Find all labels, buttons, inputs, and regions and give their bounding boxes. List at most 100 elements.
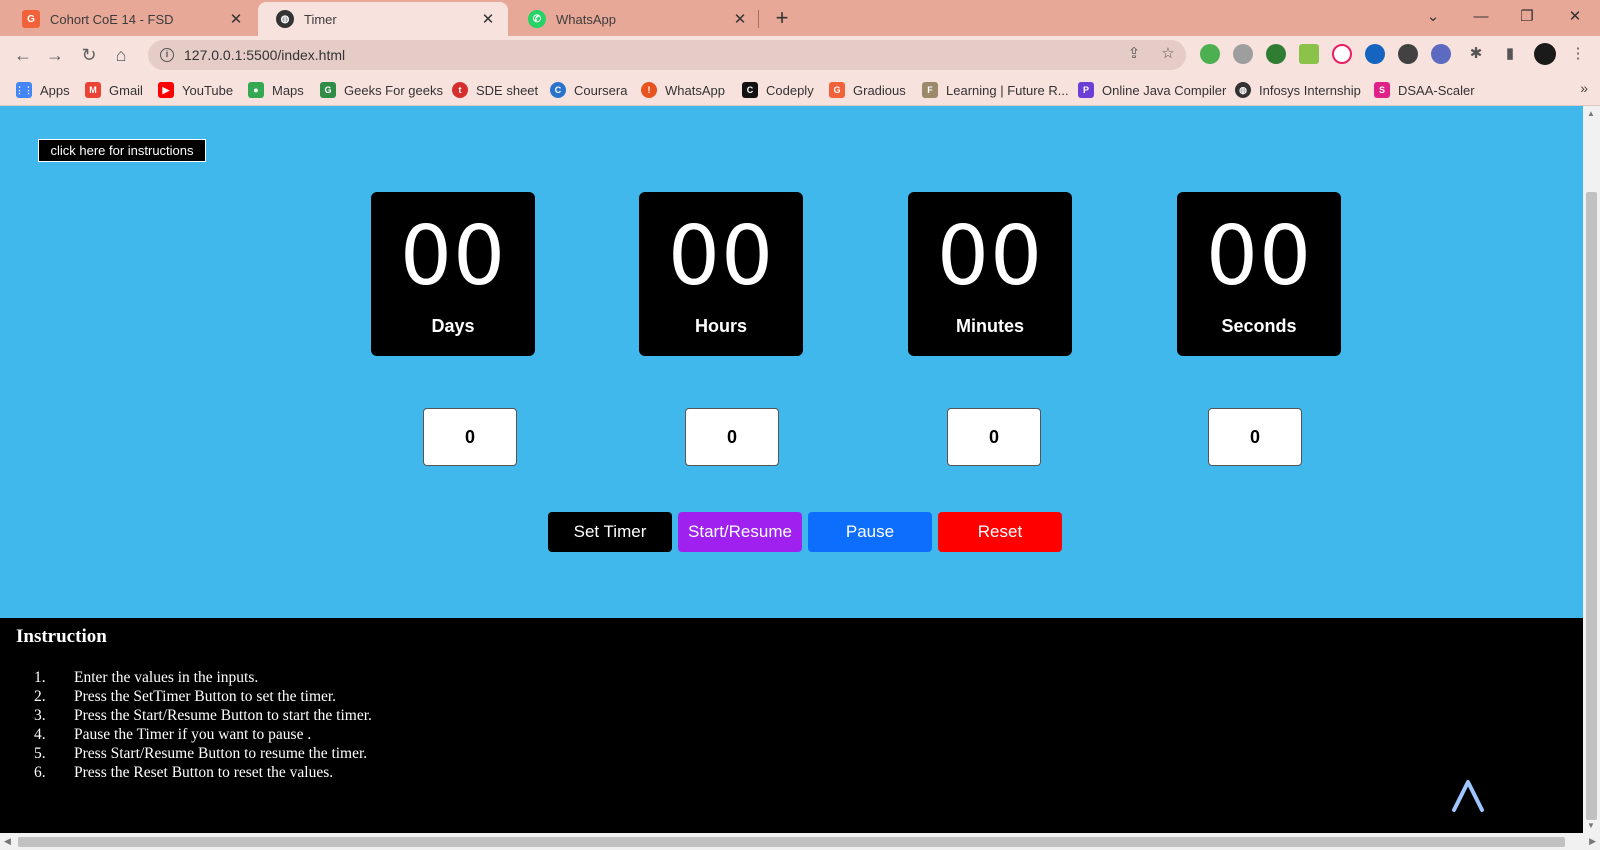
scroll-left-arrow-icon[interactable]: ◀ xyxy=(4,836,11,847)
extension-gear-icon[interactable] xyxy=(1431,44,1451,64)
set-timer-button[interactable]: Set Timer xyxy=(548,512,672,552)
tab-search-chevron-icon[interactable]: ⌄ xyxy=(1418,4,1448,30)
bookmark-label: DSAA-Scaler xyxy=(1398,82,1475,98)
tab-whatsapp[interactable]: ✆ WhatsApp ✕ xyxy=(510,2,760,36)
list-item: 4. Pause the Timer if you want to pause . xyxy=(34,726,312,743)
bookmark-infosys[interactable]: ◍ Infosys Internship xyxy=(1235,80,1361,100)
maps-pin-icon: ● xyxy=(248,82,264,98)
vertical-scrollbar[interactable]: ▲ ▼ xyxy=(1583,106,1600,833)
share-icon[interactable]: ⇪ xyxy=(1124,44,1144,64)
instruction-text: Press the SetTimer Button to set the tim… xyxy=(74,688,337,705)
extension-mail-icon[interactable] xyxy=(1299,44,1319,64)
globe-icon: ◍ xyxy=(276,10,294,28)
gradious-icon: G xyxy=(22,10,40,28)
scroll-to-top-icon[interactable] xyxy=(1448,774,1488,814)
seconds-value: 00 xyxy=(1205,209,1313,304)
browser-toolbar: ← → ↻ ⌂ i 127.0.0.1:5500/index.html ⇪ ☆ … xyxy=(0,36,1600,74)
alert-icon: ! xyxy=(641,82,657,98)
hours-value: 00 xyxy=(667,209,775,304)
side-panel-icon[interactable]: ▮ xyxy=(1500,44,1520,64)
close-icon[interactable]: ✕ xyxy=(228,10,244,28)
scroll-down-arrow-icon[interactable]: ▼ xyxy=(1587,821,1595,830)
extension-play-icon[interactable] xyxy=(1332,44,1352,64)
minutes-input[interactable] xyxy=(947,408,1041,466)
whatsapp-icon: ✆ xyxy=(528,10,546,28)
scrollbar-thumb[interactable] xyxy=(1586,192,1597,820)
seconds-input[interactable] xyxy=(1208,408,1302,466)
tab-strip: G Cohort CoE 14 - FSD ✕ ◍ Timer ✕ ✆ What… xyxy=(0,0,1600,36)
extension-bug-icon[interactable] xyxy=(1233,44,1253,64)
reload-icon[interactable]: ↻ xyxy=(76,42,102,68)
minutes-value: 00 xyxy=(936,209,1044,304)
scroll-right-arrow-icon[interactable]: ▶ xyxy=(1589,836,1596,847)
page-viewport: click here for instructions 00 Days 00 H… xyxy=(0,106,1583,833)
bookmark-youtube[interactable]: ▶ YouTube xyxy=(158,80,233,100)
start-resume-button[interactable]: Start/Resume xyxy=(678,512,802,552)
bookmark-label: Codeply xyxy=(766,82,814,98)
close-icon[interactable]: ✕ xyxy=(732,10,748,28)
bookmark-gradious[interactable]: G Gradious xyxy=(829,80,906,100)
days-value: 00 xyxy=(399,209,507,304)
site-info-icon[interactable]: i xyxy=(160,48,174,62)
bookmark-sde-sheet[interactable]: t SDE sheet xyxy=(452,80,538,100)
restore-icon[interactable]: ❐ xyxy=(1512,4,1542,30)
menu-kebab-icon[interactable]: ⋮ xyxy=(1568,44,1588,64)
extension-glasses-icon[interactable] xyxy=(1398,44,1418,64)
tab-divider xyxy=(758,10,759,28)
bookmarks-bar: ⋮⋮ Apps M Gmail ▶ YouTube ● Maps G Geeks For … xyxy=(0,74,1600,106)
minimize-icon[interactable]: — xyxy=(1466,4,1496,30)
scrollbar-thumb[interactable] xyxy=(18,837,1565,847)
days-input[interactable] xyxy=(423,408,517,466)
close-icon[interactable]: ✕ xyxy=(480,10,496,28)
bookmark-coursera[interactable]: C Coursera xyxy=(550,80,627,100)
home-icon[interactable]: ⌂ xyxy=(108,42,134,68)
bookmark-learning[interactable]: F Learning | Future R... xyxy=(922,80,1069,100)
address-url[interactable]: 127.0.0.1:5500/index.html xyxy=(184,47,345,63)
chevron-double-right-icon[interactable]: » xyxy=(1580,80,1588,96)
bookmark-codeply[interactable]: C Codeply xyxy=(742,80,814,100)
horizontal-scrollbar[interactable]: ◀ ▶ xyxy=(0,833,1600,850)
forward-arrow-icon[interactable]: → xyxy=(42,42,68,68)
bookmark-label: Infosys Internship xyxy=(1259,82,1361,98)
profile-avatar[interactable] xyxy=(1534,43,1556,65)
bookmark-star-icon[interactable]: ☆ xyxy=(1158,44,1178,64)
instructions-button[interactable]: click here for instructions xyxy=(38,139,206,162)
minutes-box: 00 Minutes xyxy=(908,192,1072,356)
bookmark-gmail[interactable]: M Gmail xyxy=(85,80,143,100)
bookmark-label: SDE sheet xyxy=(476,82,539,98)
minutes-label: Minutes xyxy=(955,316,1024,336)
list-item: 2. Press the SetTimer Button to set the t… xyxy=(34,688,337,705)
new-tab-button[interactable]: + xyxy=(768,4,796,32)
coursera-icon: C xyxy=(550,82,566,98)
hours-label: Hours xyxy=(694,316,747,336)
gfg-icon: G xyxy=(320,82,336,98)
tab-cohort[interactable]: G Cohort CoE 14 - FSD ✕ xyxy=(4,2,256,36)
bookmark-apps[interactable]: ⋮⋮ Apps xyxy=(15,80,70,100)
seconds-label: Seconds xyxy=(1221,316,1297,336)
pause-button[interactable]: Pause xyxy=(808,512,932,552)
hours-input[interactable] xyxy=(685,408,779,466)
bookmark-java-compiler[interactable]: P Online Java Compiler xyxy=(1078,80,1226,100)
window-close-icon[interactable]: ✕ xyxy=(1560,4,1590,30)
scroll-up-arrow-icon[interactable]: ▲ xyxy=(1587,109,1595,118)
tab-title: Cohort CoE 14 - FSD xyxy=(50,11,174,27)
extension-plus-icon[interactable] xyxy=(1200,44,1220,64)
extension-tree-icon[interactable] xyxy=(1266,44,1286,64)
gmail-icon: M xyxy=(85,82,101,98)
extensions-puzzle-icon[interactable]: ✱ xyxy=(1466,44,1486,64)
bookmark-whatsapp[interactable]: ! WhatsApp xyxy=(641,80,725,100)
bookmark-gfg[interactable]: G Geeks For geeks xyxy=(320,80,443,100)
reset-button[interactable]: Reset xyxy=(938,512,1062,552)
instruction-text: Press the Reset Button to reset the valu… xyxy=(74,764,334,781)
extension-cube-icon[interactable] xyxy=(1365,44,1385,64)
bookmark-label: YouTube xyxy=(182,82,234,98)
back-arrow-icon[interactable]: ← xyxy=(10,42,36,68)
bookmark-dsaa-scaler[interactable]: S DSAA-Scaler xyxy=(1374,80,1475,100)
bookmark-label: Geeks For geeks xyxy=(344,82,443,98)
tab-timer[interactable]: ◍ Timer ✕ xyxy=(258,2,508,36)
address-bar[interactable]: i 127.0.0.1:5500/index.html xyxy=(148,40,1186,70)
youtube-icon: ▶ xyxy=(158,82,174,98)
bookmark-maps[interactable]: ● Maps xyxy=(248,80,304,100)
instruction-text: Enter the values in the inputs. xyxy=(74,669,259,686)
days-box: 00 Days xyxy=(371,192,535,356)
